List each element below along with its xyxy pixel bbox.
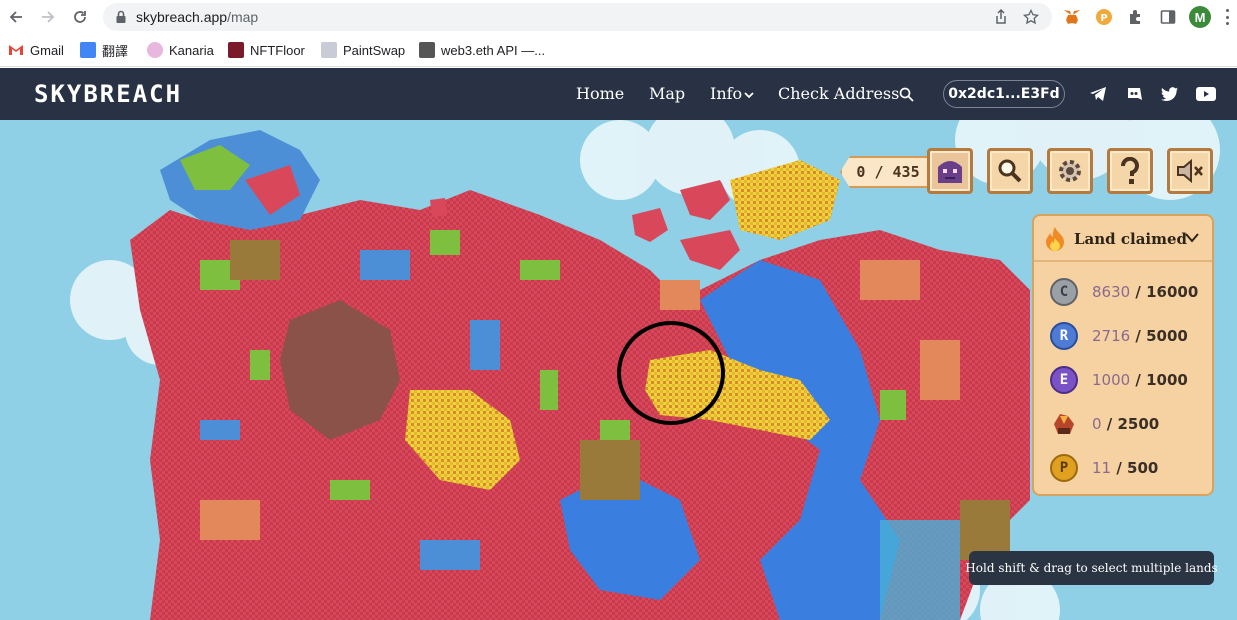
character-avatar-button[interactable]	[927, 148, 973, 194]
zoom-search-button[interactable]	[987, 148, 1033, 194]
selection-counter: 0 / 435	[840, 156, 936, 188]
telegram-icon[interactable]	[1088, 84, 1108, 104]
resource-row-r: R 2716 / 5000	[1050, 321, 1210, 351]
lock-icon[interactable]	[115, 10, 127, 24]
kanaria-egg-icon	[147, 42, 163, 58]
paintswap-icon	[321, 42, 337, 58]
back-button[interactable]	[4, 5, 28, 29]
forward-button[interactable]	[36, 5, 60, 29]
url-text: skybreach.app/map	[136, 9, 259, 25]
resource-row-p: P 11 / 500	[1050, 453, 1210, 483]
browser-toolbar: skybreach.app/map P M	[0, 0, 1237, 34]
youtube-icon[interactable]	[1196, 84, 1216, 104]
fire-icon	[1046, 227, 1064, 251]
wallet-address-button[interactable]: 0x2dc1...E3Fd	[943, 80, 1065, 108]
site-header: SKYBREACH Home Map Info Check Address 0x…	[0, 68, 1237, 120]
bookmark-nftfloor[interactable]: NFTFloor	[228, 41, 305, 59]
search-icon[interactable]	[899, 87, 914, 102]
world-map-canvas[interactable]: 0 / 435 Land claimed C 8630 / 16000 R 27…	[0, 120, 1237, 620]
svg-text:P: P	[1100, 13, 1107, 24]
bookmark-kanaria[interactable]: Kanaria	[147, 41, 214, 59]
question-mark-icon	[1120, 157, 1139, 184]
reload-icon	[74, 11, 86, 23]
web3-doc-icon	[419, 42, 435, 58]
browser-menu-icon[interactable]	[1223, 7, 1231, 27]
extensions-puzzle-icon[interactable]	[1125, 6, 1147, 28]
metamask-extension-icon[interactable]	[1061, 6, 1083, 28]
nav-home[interactable]: Home	[576, 84, 624, 103]
translate-icon	[80, 42, 96, 58]
side-panel-icon[interactable]	[1157, 6, 1179, 28]
help-button[interactable]	[1107, 148, 1153, 194]
coin-extension-icon[interactable]: P	[1093, 6, 1115, 28]
silver-coin-icon: C	[1050, 278, 1078, 306]
bookmark-web3-eth-api[interactable]: web3.eth API —...	[419, 41, 545, 59]
nav-info[interactable]: Info	[710, 84, 742, 103]
mute-button[interactable]	[1167, 148, 1213, 194]
bookmark-translate[interactable]: 翻譯	[80, 41, 128, 59]
land-claimed-panel: Land claimed C 8630 / 16000 R 2716 / 500…	[1032, 214, 1214, 496]
shift-drag-tooltip: Hold shift & drag to select multiple lan…	[965, 551, 1218, 585]
gold-coin-icon: P	[1050, 454, 1078, 482]
resource-row-c: C 8630 / 16000	[1050, 277, 1210, 307]
gmail-icon	[9, 45, 23, 55]
address-bar[interactable]: skybreach.app/map	[103, 3, 1052, 31]
magnifier-icon	[998, 159, 1022, 183]
skybreach-logo[interactable]: SKYBREACH	[34, 80, 182, 108]
highlight-circle	[617, 321, 725, 425]
settings-button[interactable]	[1047, 148, 1093, 194]
purple-creature-icon	[938, 161, 962, 183]
speaker-muted-icon	[1177, 158, 1203, 184]
twitter-icon[interactable]	[1160, 84, 1180, 104]
purple-coin-icon: E	[1050, 366, 1078, 394]
bookmark-paintswap[interactable]: PaintSwap	[321, 41, 405, 59]
reload-button[interactable]	[68, 5, 92, 29]
bookmark-gmail[interactable]: Gmail	[8, 41, 64, 59]
nftfloor-icon	[228, 42, 244, 58]
bookmarks-bar: Gmail 翻譯 Kanaria NFTFloor PaintSwap web3…	[0, 34, 1237, 67]
resource-row-e: E 1000 / 1000	[1050, 365, 1210, 395]
nav-map[interactable]: Map	[649, 84, 685, 103]
discord-icon[interactable]	[1124, 84, 1144, 104]
gear-icon	[1059, 160, 1081, 182]
back-arrow-icon	[9, 11, 22, 23]
resource-row-crystal: 0 / 2500	[1050, 409, 1210, 439]
crystal-chest-icon	[1050, 410, 1078, 438]
share-icon[interactable]	[993, 9, 1009, 25]
bookmark-star-icon[interactable]	[1023, 9, 1039, 25]
chevron-down-icon[interactable]	[1185, 233, 1199, 243]
nav-check-address[interactable]: Check Address	[778, 84, 899, 103]
profile-avatar[interactable]: M	[1189, 6, 1211, 28]
info-chevron-down-icon[interactable]	[744, 92, 754, 99]
forward-arrow-icon	[42, 11, 55, 23]
blue-coin-icon: R	[1050, 322, 1078, 350]
land-claimed-header[interactable]: Land claimed	[1034, 216, 1212, 262]
